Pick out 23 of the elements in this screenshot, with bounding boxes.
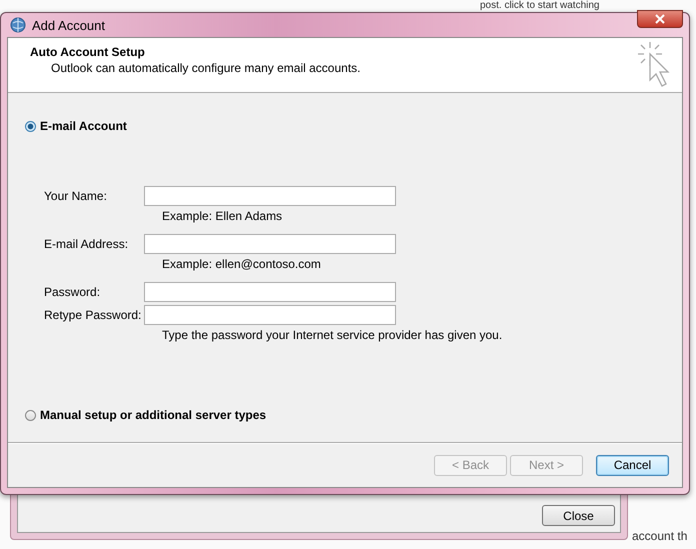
- radio-option[interactable]: Manual setup or additional server types: [25, 408, 665, 422]
- field-label: Your Name:: [44, 189, 108, 203]
- field-label: E-mail Address:: [44, 237, 130, 251]
- background-text: post. click to start watching: [480, 0, 600, 11]
- input-field[interactable]: [144, 282, 396, 302]
- header-title: Auto Account Setup: [30, 45, 146, 59]
- header-subtitle: Outlook can automatically configure many email accounts.: [50, 61, 360, 75]
- field-label: Retype Password:: [44, 308, 142, 322]
- close-icon: [655, 14, 665, 24]
- radio-option[interactable]: E-mail Account: [25, 119, 665, 133]
- background-text: account th: [632, 530, 688, 543]
- close-button[interactable]: [637, 10, 683, 28]
- input-field[interactable]: [144, 186, 396, 206]
- field-hint: Example: Ellen Adams: [162, 209, 284, 223]
- window-title: Add Account: [32, 18, 106, 32]
- dialog-button[interactable]: Cancel: [596, 454, 669, 476]
- close-button[interactable]: Close: [542, 505, 615, 526]
- field-hint: Example: ellen@contoso.com: [162, 257, 322, 271]
- input-field[interactable]: [144, 234, 396, 254]
- input-field[interactable]: [144, 305, 396, 325]
- field-hint: Type the password your Internet service provider has given you.: [162, 328, 504, 342]
- field-label: Password:: [44, 285, 102, 299]
- globe-icon: [10, 17, 26, 33]
